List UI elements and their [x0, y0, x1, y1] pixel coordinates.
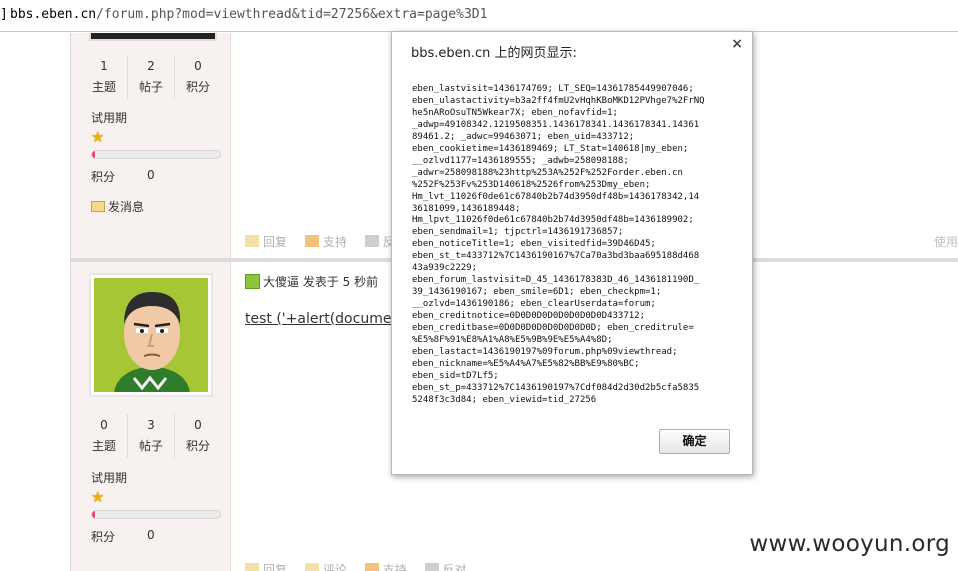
dialog-message-line: eben_st_t=433712%7C1436190167%7Ca70a3bd3…: [412, 251, 700, 262]
dialog-message-line: 39_1436190167; eben_smile=6D1; eben_chec…: [412, 287, 662, 298]
credit-progress-bar: [91, 150, 221, 159]
stat-value: 0: [194, 418, 202, 432]
user-stats: 0 主题 3 帖子 0 积分: [81, 414, 221, 458]
stat-threads[interactable]: 1 主题: [81, 55, 128, 99]
dialog-message-line: 43a939c2229;: [412, 263, 478, 274]
dialog-message-line: eben_forum_lastvisit=D_45_1436178383D_46…: [412, 275, 700, 286]
dialog-message-line: eben_nickname=%E5%A4%A7%E5%82%BB%E9%80%B…: [412, 358, 640, 369]
dialog-message-line: eben_sendmail=1; tjpctrl=1436191736857;: [412, 227, 624, 238]
dialog-message-line: eben_noticeTitle=1; eben_visitedfid=39D4…: [412, 239, 656, 250]
url-host: bbs.eben.cn: [10, 7, 97, 22]
dialog-message-line: eben_sid=tD7Lf5;: [412, 370, 499, 381]
thumb-down-icon: [424, 563, 439, 571]
reply-icon: [245, 563, 259, 571]
dialog-message: eben_lastvisit=1436174769; LT_SEQ=143617…: [412, 84, 742, 407]
dialog-message-line: eben_lastvisit=1436174769; LT_SEQ=143617…: [412, 84, 694, 94]
author-name[interactable]: 大傻逼: [263, 275, 299, 289]
dialog-message-line: 36181099,1436189448;: [412, 203, 521, 214]
dialog-message-line: Hm_lvt_11026f0de61c67840b2b74d3950df48b=…: [412, 191, 700, 202]
star-icon: ★: [91, 488, 105, 506]
dialog-title: bbs.eben.cn 上的网页显示:: [411, 46, 577, 61]
alert-dialog: × bbs.eben.cn 上的网页显示: eben_lastvisit=143…: [391, 31, 753, 475]
url-path: /forum.php?mod=viewthread&tid=27256&extr…: [96, 7, 488, 22]
dialog-message-line: Hm_lpvt_11026f0de61c67840b2b74d3950df48b…: [412, 215, 694, 226]
stat-value: 0: [100, 418, 108, 432]
stat-label: 帖子: [138, 80, 163, 94]
dialog-message-line: eben_creditnotice=0D0D0D0D0D0D0D0D0D4337…: [412, 311, 645, 322]
dialog-message-line: he5nARoOsuTN5Wkear7X; eben_nofavfid=1;: [412, 107, 618, 118]
url-text[interactable]: bbs.eben.cn/forum.php?mod=viewthread&tid…: [10, 7, 487, 22]
post-actions: 回复 评论 支持 反对: [245, 561, 481, 571]
send-message-link[interactable]: 发消息: [91, 198, 144, 215]
dialog-message-line: %E5%8F%91%E8%A1%A8%E5%9B%9E%E5%A4%8D;: [412, 335, 613, 346]
online-user-icon: [245, 274, 260, 289]
dialog-message-line: __ozlvd1177=1436189555; _adwb=258098188;: [412, 155, 629, 166]
stat-posts[interactable]: 3 帖子: [128, 414, 175, 458]
stat-value: 1: [100, 59, 108, 73]
dialog-message-line: 89461.2; _adwc=99463071; eben_uid=433712…: [412, 131, 635, 142]
thumb-up-icon: [304, 235, 319, 247]
oppose-button[interactable]: 反对: [424, 563, 467, 571]
address-bar[interactable]: ] bbs.eben.cn/forum.php?mod=viewthread&t…: [0, 0, 958, 32]
watermark: www.wooyun.org: [749, 531, 950, 557]
dialog-message-line: eben_lastact=1436190197%09forum.php%09vi…: [412, 346, 678, 357]
dialog-message-line: eben_cookietime=1436189469; LT_Stat=1406…: [412, 143, 689, 154]
stat-label: 主题: [91, 439, 116, 453]
post-author-line: 大傻逼 发表于 5 秒前: [245, 273, 378, 290]
close-icon[interactable]: ×: [731, 36, 743, 52]
dialog-message-line: eben_creditbase=0D0D0D0D0D0D0D0D0D; eben…: [412, 323, 694, 334]
stat-posts[interactable]: 2 帖子: [128, 55, 175, 99]
avatar-image: [94, 278, 208, 392]
avatar[interactable]: [89, 273, 213, 397]
dialog-message-line: _adwr=258098188%23http%253A%252F%252Ford…: [412, 167, 683, 178]
message-icon: [91, 201, 105, 212]
reply-button[interactable]: 回复: [245, 235, 287, 249]
dialog-message-line: eben_st_p=433712%7C1436190197%7Cdf084d2d…: [412, 382, 700, 393]
user-group[interactable]: 试用期: [91, 109, 127, 126]
stat-label: 积分: [185, 439, 210, 453]
ok-button[interactable]: 确定: [659, 429, 730, 454]
credit-value: 0: [147, 528, 155, 542]
user-group[interactable]: 试用期: [91, 469, 127, 486]
stat-value: 2: [147, 59, 155, 73]
reply-icon: [245, 235, 259, 247]
credit-label: 积分: [91, 530, 116, 544]
credit-row: 积分 0: [91, 168, 155, 185]
stat-credits[interactable]: 0 积分: [175, 414, 221, 458]
address-bar-edge: ]: [0, 7, 8, 22]
credit-progress-bar: [91, 510, 221, 519]
credit-row: 积分 0: [91, 528, 155, 545]
dialog-message-line: _adwp=49108342.1219508351.1436178341.143…: [412, 119, 700, 130]
stat-credits[interactable]: 0 积分: [175, 55, 221, 99]
stat-value: 0: [194, 59, 202, 73]
stat-value: 3: [147, 418, 155, 432]
thumb-up-icon: [364, 563, 379, 571]
comment-icon: [304, 563, 319, 571]
dialog-message-line: eben_ulastactivity=b3a2ff4fmU2vHqhKBoMKD…: [412, 95, 705, 106]
avatar-frame-top: [89, 33, 217, 41]
user-stats: 1 主题 2 帖子 0 积分: [81, 55, 221, 99]
post-time: 发表于 5 秒前: [302, 275, 379, 289]
dialog-message-line: 5248f3c3d84; eben_viewid=tid_27256: [412, 394, 597, 405]
reply-button[interactable]: 回复: [245, 563, 287, 571]
dialog-message-line: __ozlvd=1436190186; eben_clearUserdata=f…: [412, 299, 656, 310]
stat-label: 帖子: [138, 439, 163, 453]
stat-label: 积分: [185, 80, 210, 94]
stat-threads[interactable]: 0 主题: [81, 414, 128, 458]
send-message-label: 发消息: [108, 200, 145, 214]
post-sidebar: 1 主题 2 帖子 0 积分 试用期 ★ 积分 0 发消息 0 主题 3 帖子 …: [71, 33, 231, 571]
dialog-message-line: %252F%253Fv%253D140618%2526from%253Dmy_e…: [412, 179, 651, 190]
credit-label: 积分: [91, 170, 116, 184]
comment-button[interactable]: 评论: [304, 563, 347, 571]
star-icon: ★: [91, 128, 105, 146]
stat-label: 主题: [91, 80, 116, 94]
support-button[interactable]: 支持: [364, 563, 407, 571]
support-button[interactable]: 支持: [304, 235, 347, 249]
use-link[interactable]: 使用: [934, 233, 958, 250]
thumb-down-icon: [364, 235, 379, 247]
credit-value: 0: [147, 168, 155, 182]
